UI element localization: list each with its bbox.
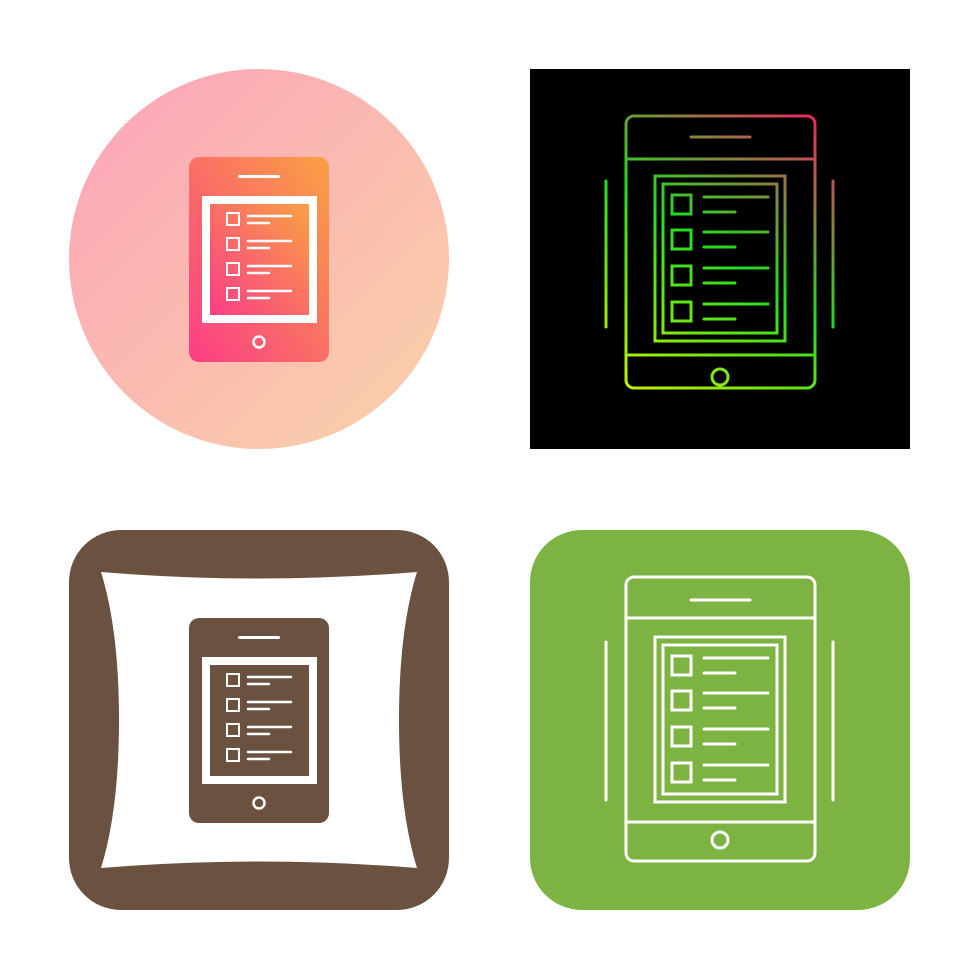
tablet-checklist-gradient-circle (69, 69, 449, 449)
tablet-checklist-icon (69, 530, 449, 910)
square-background (530, 69, 910, 449)
tablet-checklist-outline-green (530, 530, 910, 910)
icon-set-grid (0, 0, 980, 980)
tablet-checklist-outline-black (530, 69, 910, 449)
tablet-checklist-icon (530, 530, 910, 910)
tablet-checklist-icon (530, 69, 910, 449)
tablet-glyph (189, 618, 329, 823)
rounded-square-background (530, 530, 910, 910)
tablet-glyph (189, 157, 329, 362)
tablet-checklist-icon (69, 69, 449, 449)
tablet-checklist-glyph-brown (69, 530, 449, 910)
